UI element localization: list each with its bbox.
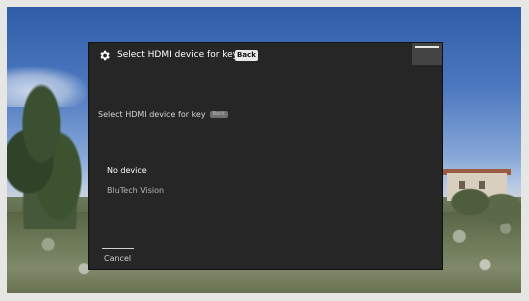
device-item-no-device[interactable]: No device xyxy=(89,161,442,181)
cancel-label: Cancel xyxy=(104,254,132,263)
cancel-button[interactable]: Cancel xyxy=(102,248,134,266)
tv-screen: Select HDMI device for key Back Select H… xyxy=(7,7,521,293)
device-frame: Select HDMI device for key Back Select H… xyxy=(0,0,529,301)
back-key-badge: Back xyxy=(235,50,258,61)
dialog-header: Select HDMI device for key Back xyxy=(89,43,442,69)
device-list: No device BluTech Vision xyxy=(89,161,442,201)
background-tree-right xyxy=(443,167,521,237)
background-tree-left xyxy=(7,79,93,229)
dialog-subtitle: Select HDMI device for key Back xyxy=(98,109,228,120)
corner-button[interactable] xyxy=(412,43,442,65)
device-item-blutech-vision[interactable]: BluTech Vision xyxy=(89,181,442,201)
subtitle-key-badge: Back xyxy=(209,111,228,118)
subtitle-text: Select HDMI device for key xyxy=(98,110,206,119)
device-item-label: No device xyxy=(107,166,147,175)
cancel-underline xyxy=(102,248,134,249)
corner-button-indicator xyxy=(415,46,439,48)
gear-icon xyxy=(100,50,110,61)
device-item-label: BluTech Vision xyxy=(107,186,165,195)
dialog-title: Select HDMI device for key xyxy=(117,50,239,60)
select-hdmi-device-dialog: Select HDMI device for key Back Select H… xyxy=(88,42,443,270)
